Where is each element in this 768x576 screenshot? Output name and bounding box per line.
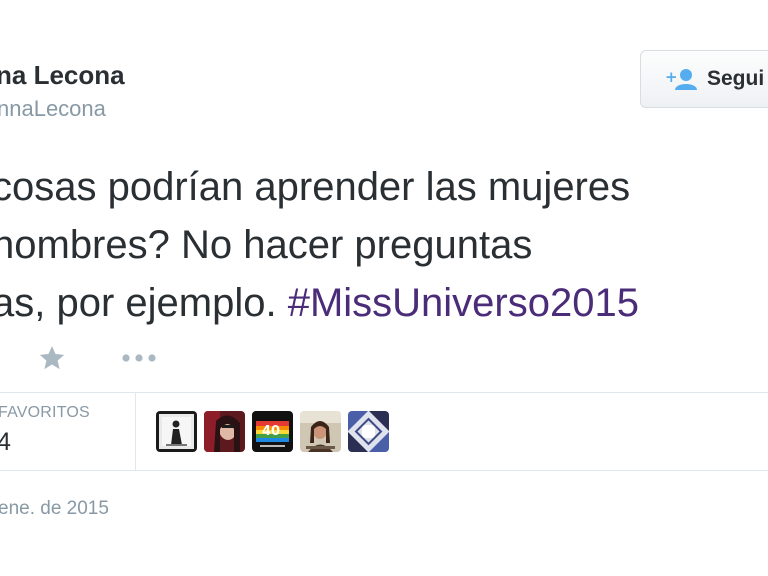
- favorites-count[interactable]: 4: [0, 428, 11, 457]
- star-icon: [39, 346, 65, 370]
- avatar[interactable]: [204, 411, 245, 452]
- tweet-line-3-text: as, por ejemplo.: [0, 281, 288, 325]
- avatar[interactable]: [348, 411, 389, 452]
- tweet-page: na Lecona nnaLecona + Segui cosas podría…: [0, 0, 768, 576]
- follow-button-label: Segui: [707, 67, 765, 90]
- avatar[interactable]: [156, 411, 197, 452]
- avatar[interactable]: 40: [252, 411, 293, 452]
- svg-text:+: +: [665, 68, 678, 86]
- author-display-name[interactable]: na Lecona: [0, 60, 125, 91]
- svg-text:40: 40: [262, 424, 280, 439]
- tweet-line-2: hombres? No hacer preguntas: [0, 223, 533, 267]
- tweet-line-1: cosas podrían aprender las mujeres: [0, 165, 631, 209]
- author-handle[interactable]: nnaLecona: [0, 96, 106, 122]
- stats-divider-bottom: [0, 470, 768, 471]
- tweet-line-3: as, por ejemplo. #MissUniverso2015: [0, 274, 768, 332]
- tweet-timestamp[interactable]: ene. de 2015: [0, 498, 109, 520]
- stats-divider-top: [0, 392, 768, 393]
- follow-user-plus-icon: +: [665, 67, 699, 91]
- more-dots-icon: [122, 354, 156, 362]
- stats-separator: [135, 393, 136, 470]
- hashtag-link[interactable]: #MissUniverso2015: [288, 281, 639, 325]
- more-button[interactable]: [120, 350, 158, 366]
- favorited-by-avatars: 40: [156, 411, 389, 452]
- avatar[interactable]: [300, 411, 341, 452]
- favorite-button[interactable]: [38, 344, 66, 372]
- favorites-label[interactable]: FAVORITOS: [0, 404, 90, 422]
- follow-button[interactable]: + Segui: [640, 50, 768, 108]
- tweet-text: cosas podrían aprender las mujeres hombr…: [0, 158, 768, 332]
